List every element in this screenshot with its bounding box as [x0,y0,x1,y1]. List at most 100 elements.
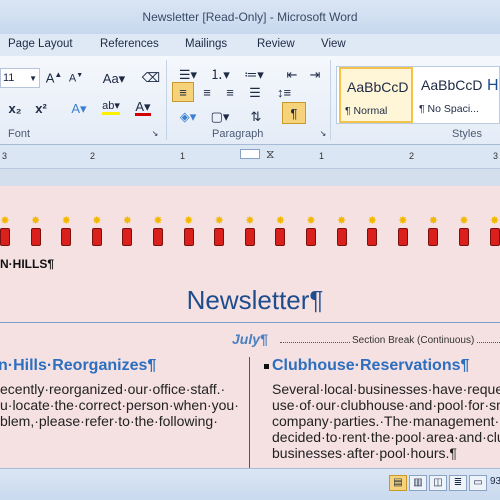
justify-button[interactable]: ☰ [245,82,265,102]
tab-page-layout[interactable]: Page Layout [8,38,73,50]
firecracker-icon: ✸ [336,216,347,248]
print-layout-icon[interactable]: ▤ [389,475,407,491]
shading-icon: ◈▾ [179,108,197,124]
style-normal[interactable]: AaBbCcD ¶ Normal [339,67,413,123]
draft-icon[interactable]: ▭ [469,475,487,491]
line-spacing-icon: ↕≡ [276,84,292,100]
font-size-value: 11 [3,72,15,84]
borders-icon: ▢▾ [210,108,230,124]
shrink-font-icon: A▼ [68,71,84,85]
group-separator [330,60,331,140]
style-no-spacing[interactable]: AaBbCcD ¶ No Spaci... [415,67,489,123]
firecracker-icon: ✸ [183,216,194,248]
tab-mailings[interactable]: Mailings [185,38,227,50]
highlight-button[interactable]: ab▾ [96,98,126,118]
section-break-label: Section Break (Continuous) [350,335,477,346]
document-page[interactable]: ✸ ✸ ✸ ✸ ✸ ✸ ✸ ✸ ✸ ✸ ✸ ✸ ✸ ✸ ✸ ✸ ✸ N·HILLS¶ Newsletter¶ J… [0,186,500,468]
sort-button[interactable]: ⇅ [246,106,266,126]
multilevel-list-icon: ≔▾ [244,66,264,82]
subscript-icon: x₂ [8,100,22,116]
increase-indent-icon: ⇥ [309,66,321,82]
shrink-font-button[interactable]: A▼ [67,68,85,88]
align-right-button[interactable]: ≡ [220,82,240,102]
dialog-launcher-icon: ↘ [151,128,159,138]
ruler-mark: 3 [2,151,8,161]
style-heading[interactable]: H [487,67,500,123]
firecracker-icon: ✸ [306,216,316,248]
font-color-button[interactable]: A▾ [128,98,158,118]
left-column-line: blem,·please·refer·to·the·following· [0,413,218,429]
multilevel-list-button[interactable]: ≔▾ [240,64,268,84]
newsletter-heading: Newsletter¶ [186,285,324,315]
firecracker-icon: ✸ [367,216,378,248]
window-title: Newsletter [Read-Only] - Microsoft Word [142,10,358,24]
ribbon-tabs: Page Layout References Mailings Review V… [0,34,500,56]
firecracker-icon: ✸ [244,216,255,248]
group-label-paragraph: Paragraph [212,128,264,140]
shading-button[interactable]: ◈▾ [174,106,202,126]
tab-review[interactable]: Review [257,38,295,50]
justify-icon: ☰ [249,84,261,100]
superscript-button[interactable]: x² [30,98,52,118]
ruler-mark: 3 [493,151,499,161]
firecracker-icon: ✸ [153,216,163,248]
horizontal-ruler[interactable]: 3 2 1 ⧖ 1 2 3 [0,145,500,169]
tab-references[interactable]: References [100,38,159,50]
styles-gallery: AaBbCcD ¶ Normal AaBbCcD ¶ No Spaci... H [336,66,500,124]
align-left-button[interactable]: ≡ [172,82,194,102]
change-case-button[interactable]: Aa▾ [99,68,129,88]
firecracker-icon: ✸ [91,216,102,248]
group-label-styles: Styles [452,128,482,140]
text-effects-button[interactable]: A▾ [62,98,96,118]
borders-button[interactable]: ▢▾ [206,106,234,126]
ruler-mark: 2 [90,151,96,161]
font-size-select[interactable]: 11 ▼ [0,68,40,88]
decrease-indent-icon: ⇤ [286,66,298,82]
firecracker-icon: ✸ [275,216,286,248]
heading-rule [0,322,500,323]
zoom-level[interactable]: 93 [490,476,500,487]
highlight-icon: ab▾ [102,101,120,115]
align-left-icon: ≡ [179,84,187,100]
grow-font-button[interactable]: A▲ [45,68,63,88]
ruler-mark: 1 [180,151,186,161]
text-effects-icon: A▾ [71,100,87,116]
right-column-line: Several·local·businesses·have·reques [272,381,500,397]
decrease-indent-button[interactable]: ⇤ [282,64,302,84]
left-column-heading: n·Hills·Reorganizes¶ [0,357,157,374]
right-column-line: company·parties.·The·management·h [272,413,500,429]
align-center-icon: ≡ [203,84,211,100]
tab-view[interactable]: View [321,38,346,50]
ruler-gap [240,149,260,159]
bullets-button[interactable]: ☰▾ [174,64,202,84]
increase-indent-button[interactable]: ⇥ [305,64,325,84]
numbering-button[interactable]: ⒈▾ [206,64,234,84]
style-sample: AaBbCcD [421,77,483,93]
firecracker-icon: ✸ [459,216,469,248]
change-case-icon: Aa▾ [102,70,126,86]
style-name: ¶ No Spaci... [419,103,479,115]
subscript-button[interactable]: x₂ [0,98,30,118]
right-column-line: businesses·after·pool·hours.¶ [272,445,457,461]
web-layout-icon[interactable]: ◫ [429,475,447,491]
full-screen-reading-icon[interactable]: ▥ [409,475,427,491]
column-divider [249,357,250,468]
right-column-line: use·of·our·clubhouse·and·pool·for·sm [272,397,500,413]
page-gap [0,169,500,186]
show-hide-marks-button[interactable]: ¶ [282,102,306,124]
align-center-button[interactable]: ≡ [197,82,217,102]
style-sample: H [487,77,499,94]
firecracker-icon: ✸ [489,216,500,248]
line-spacing-button[interactable]: ↕≡ [270,82,298,102]
numbering-icon: ⒈▾ [210,66,230,82]
outline-icon[interactable]: ≣ [449,475,467,491]
superscript-icon: x² [35,100,47,116]
firecracker-icon: ✸ [30,216,41,248]
font-dialog-launcher[interactable]: ↘ [150,128,160,138]
clear-format-button[interactable]: ⌫ [140,66,162,88]
grow-font-icon: A▲ [45,70,63,86]
title-bar: Newsletter [Read-Only] - Microsoft Word [0,0,500,34]
style-sample: AaBbCcD [347,79,409,95]
paragraph-dialog-launcher[interactable]: ↘ [318,128,328,138]
indent-marker-icon[interactable]: ⧖ [266,147,274,162]
